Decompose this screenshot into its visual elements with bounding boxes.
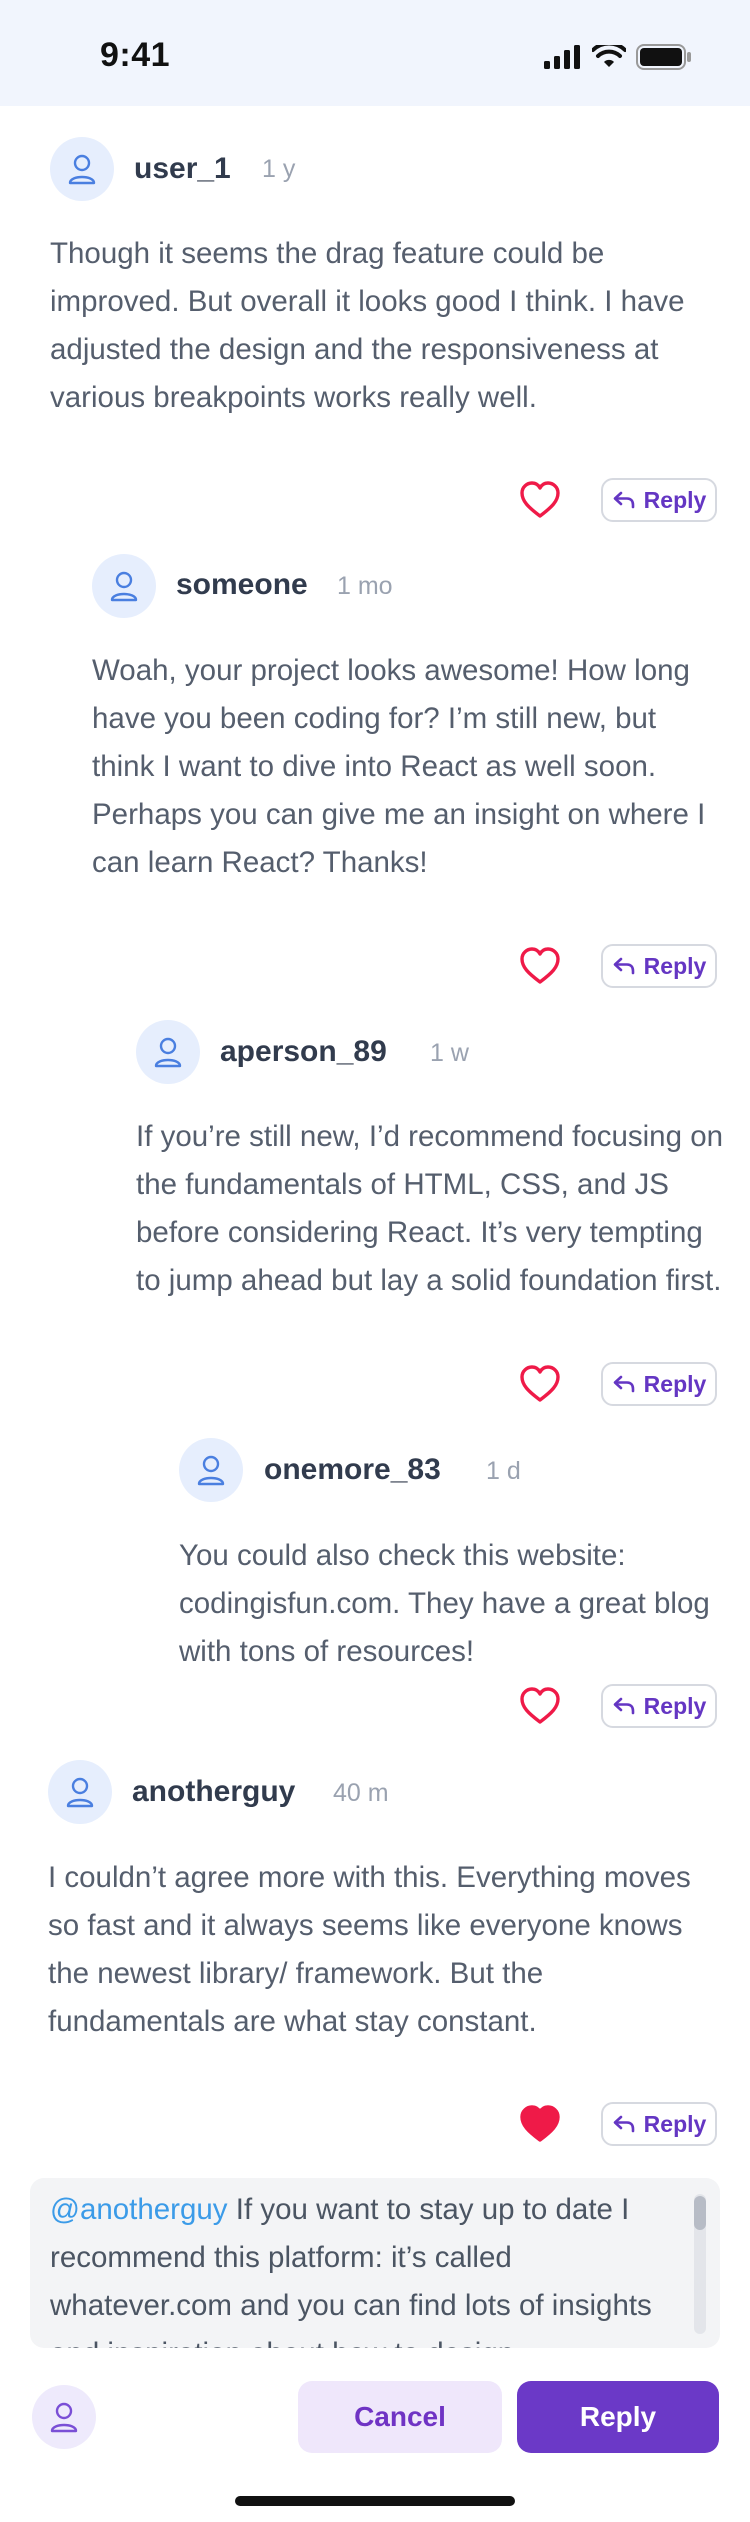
status-time: 9:41 [100,36,171,74]
status-icons [544,44,692,70]
reply-arrow-icon [613,491,634,509]
reply-label: Reply [643,486,707,513]
like-heart-icon[interactable] [518,480,562,520]
scrollbar-thumb[interactable] [694,2196,706,2230]
user-icon [197,1455,225,1486]
status-bar: 9:41 [0,0,750,106]
comment-text: If you’re still new, I’d recommend focus… [136,1120,724,1297]
user-icon [154,1037,182,1068]
avatar [179,1438,243,1502]
avatar [136,1020,200,1084]
username[interactable]: user_1 [134,152,231,186]
reply-button[interactable]: Reply [601,1684,717,1728]
wifi-icon [592,45,626,67]
timestamp: 1 w [430,1039,469,1067]
username[interactable]: onemore_83 [264,1453,441,1487]
like-heart-icon-filled[interactable] [518,2104,562,2144]
reply-text[interactable]: @anotherguy If you want to stay up to da… [50,2186,690,2348]
user-icon [110,571,138,602]
avatar [48,1760,112,1824]
submit-reply-button[interactable]: Reply [517,2381,719,2453]
user-icon [50,2402,78,2433]
username[interactable]: aperson_89 [220,1035,387,1069]
reply-arrow-icon [613,1697,634,1715]
reply-label: Reply [643,2110,707,2137]
reply-arrow-icon [613,2115,634,2133]
comment-text: You could also check this website: codin… [179,1539,710,1668]
avatar [92,554,156,618]
current-user-avatar [32,2385,96,2449]
username[interactable]: anotherguy [132,1775,295,1809]
timestamp: 1 mo [337,572,393,600]
reply-button[interactable]: Reply [601,2102,717,2146]
battery-icon [636,44,691,70]
user-icon [68,154,96,185]
timestamp: 1 y [262,155,296,183]
home-indicator [235,2496,515,2506]
reply-button[interactable]: Reply [601,478,717,522]
comment-text: Though it seems the drag feature could b… [50,237,685,414]
user-icon [66,1777,94,1808]
cancel-button[interactable]: Cancel [298,2381,502,2453]
reply-button[interactable]: Reply [601,1362,717,1406]
comment-text: I couldn’t agree more with this. Everyth… [48,1861,691,2038]
mention-tag: @anotherguy [50,2193,228,2226]
like-heart-icon[interactable] [518,1686,562,1726]
reply-arrow-icon [613,957,634,975]
like-heart-icon[interactable] [518,1364,562,1404]
timestamp: 1 d [486,1457,521,1485]
comment-text: Woah, your project looks awesome! How lo… [92,654,706,879]
reply-textarea[interactable]: @anotherguy If you want to stay up to da… [30,2178,720,2348]
reply-arrow-icon [613,1375,634,1393]
timestamp: 40 m [333,1779,389,1807]
username[interactable]: someone [176,568,308,602]
cellular-signal-icon [544,45,580,69]
reply-label: Reply [643,1370,707,1397]
reply-label: Reply [643,1692,707,1719]
reply-button[interactable]: Reply [601,944,717,988]
like-heart-icon[interactable] [518,946,562,986]
avatar [50,137,114,201]
reply-label: Reply [643,952,707,979]
